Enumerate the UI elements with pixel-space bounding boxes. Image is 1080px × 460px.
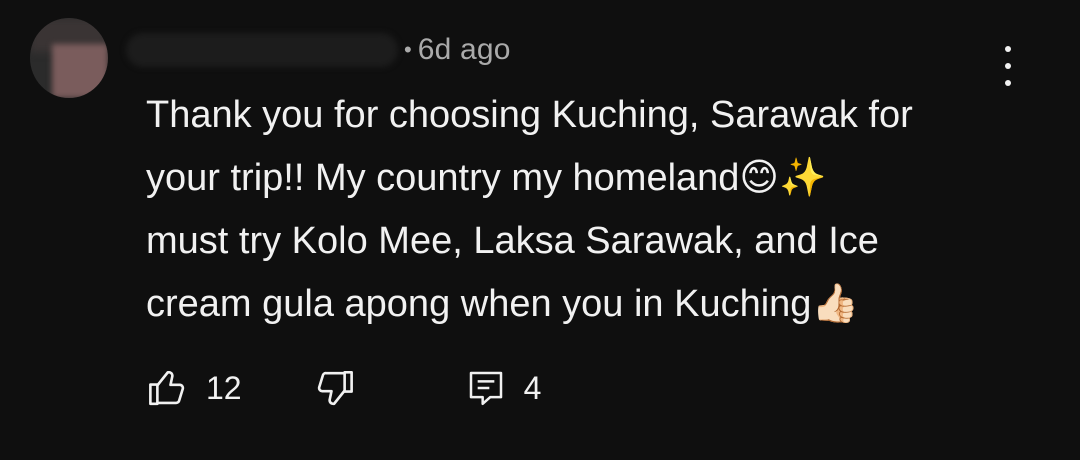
reply-button[interactable]: 4 [466, 368, 542, 408]
dislike-button[interactable] [314, 367, 356, 409]
meta-separator: • [404, 37, 412, 62]
author-name-redacted[interactable] [126, 33, 398, 67]
avatar-blur-face [52, 44, 108, 98]
comment-line: cream gula apong when you in Kuching👍🏻 [146, 283, 859, 325]
reply-count: 4 [523, 369, 542, 406]
thumbs-up-icon [149, 370, 185, 406]
comment-header: • 6d ago [126, 28, 511, 72]
comment-line: Thank you for choosing Kuching, Sarawak … [146, 94, 913, 136]
more-vert-icon [1005, 46, 1011, 52]
avatar[interactable] [30, 18, 108, 98]
comment-actions: 12 4 [146, 364, 541, 412]
like-button[interactable]: 12 [146, 367, 242, 409]
comment-line: must try Kolo Mee, Laksa Sarawak, and Ic… [146, 220, 879, 262]
more-options-button[interactable] [990, 42, 1026, 90]
comment-timestamp[interactable]: 6d ago [418, 33, 511, 67]
comment-icon [469, 371, 502, 406]
thumbs-down-icon [317, 370, 353, 406]
comment-line: your trip!! My country my homeland😊✨ [146, 157, 827, 199]
like-count: 12 [206, 369, 242, 406]
comment-text: Thank you for choosing Kuching, Sarawak … [146, 84, 1026, 336]
